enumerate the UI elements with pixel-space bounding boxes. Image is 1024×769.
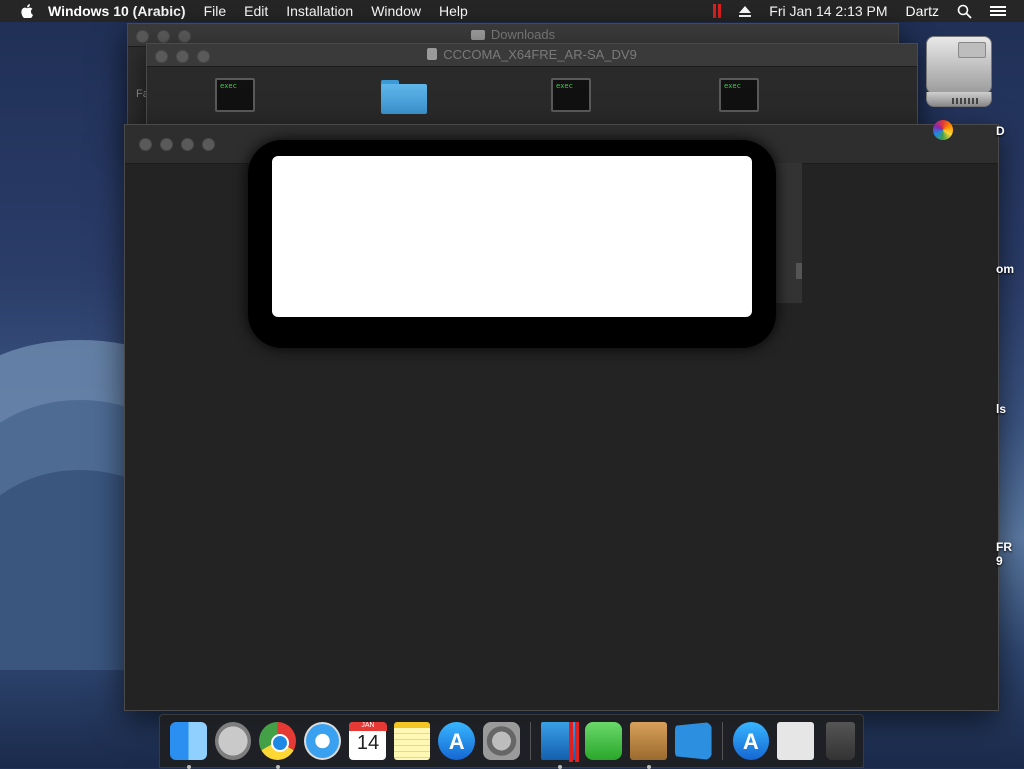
scrollbar-thumb[interactable] bbox=[796, 263, 802, 279]
minimize-button[interactable] bbox=[160, 138, 173, 151]
desktop-label[interactable]: D bbox=[996, 124, 1005, 138]
dvd-titlebar[interactable]: CCCOMA_X64FRE_AR-SA_DV9 bbox=[147, 44, 917, 67]
color-wheel-icon[interactable] bbox=[933, 120, 953, 140]
eject-icon[interactable] bbox=[739, 5, 752, 17]
menu-user[interactable]: Dartz bbox=[906, 3, 939, 19]
close-button[interactable] bbox=[139, 138, 152, 151]
zoom-button[interactable] bbox=[181, 138, 194, 151]
downloads-title: Downloads bbox=[128, 27, 898, 42]
parallels-icon[interactable] bbox=[713, 4, 722, 18]
vm-window-controls[interactable] bbox=[139, 138, 215, 151]
system-preferences-icon[interactable] bbox=[483, 722, 520, 760]
app-store-icon[interactable] bbox=[438, 722, 476, 760]
dock: JAN 14 bbox=[159, 714, 864, 769]
dvd-window[interactable]: CCCOMA_X64FRE_AR-SA_DV9 exec exec exec bbox=[146, 43, 918, 129]
exec-file-icon[interactable]: exec bbox=[551, 78, 591, 112]
exec-file-icon[interactable]: exec bbox=[719, 78, 759, 112]
finder-icon[interactable] bbox=[170, 722, 207, 769]
menu-edit[interactable]: Edit bbox=[244, 3, 268, 19]
menu-clock[interactable]: Fri Jan 14 2:13 PM bbox=[769, 3, 887, 19]
safari-icon[interactable] bbox=[304, 722, 341, 760]
dvd-title: CCCOMA_X64FRE_AR-SA_DV9 bbox=[147, 47, 917, 62]
dock-separator bbox=[721, 722, 723, 760]
menu-bar: Windows 10 (Arabic) File Edit Installati… bbox=[0, 0, 1024, 22]
trash-icon[interactable] bbox=[825, 722, 855, 760]
chrome-icon[interactable] bbox=[259, 722, 297, 769]
blank-dialog[interactable] bbox=[272, 156, 752, 317]
menu-file[interactable]: File bbox=[204, 3, 227, 19]
menu-window[interactable]: Window bbox=[371, 3, 421, 19]
hard-drive-icon[interactable] bbox=[922, 36, 994, 108]
folder-icon[interactable] bbox=[381, 80, 427, 114]
disk-icon bbox=[427, 48, 438, 60]
calendar-icon[interactable]: JAN 14 bbox=[348, 722, 387, 760]
menu-installation[interactable]: Installation bbox=[286, 3, 353, 19]
facetime-icon[interactable] bbox=[585, 722, 623, 760]
spotlight-search-icon[interactable] bbox=[957, 4, 972, 19]
menu-bar-extras: Fri Jan 14 2:13 PM Dartz bbox=[713, 0, 1024, 22]
downloads-stack-icon[interactable] bbox=[732, 722, 770, 760]
folder-icon bbox=[470, 30, 485, 40]
windows-10-vm-icon[interactable] bbox=[674, 722, 712, 760]
notes-icon[interactable] bbox=[393, 722, 431, 760]
desktop-label[interactable]: FR 9 bbox=[996, 540, 1012, 568]
disk-image-icon[interactable] bbox=[777, 722, 814, 760]
installer-package-icon[interactable] bbox=[630, 722, 667, 769]
dock-separator bbox=[529, 722, 531, 760]
fullscreen-button[interactable] bbox=[202, 138, 215, 151]
desktop-label[interactable]: ls bbox=[996, 402, 1006, 416]
menu-help[interactable]: Help bbox=[439, 3, 468, 19]
active-app-name[interactable]: Windows 10 (Arabic) bbox=[48, 3, 186, 19]
exec-file-icon[interactable]: exec bbox=[215, 78, 255, 112]
notification-center-icon[interactable] bbox=[990, 4, 1006, 18]
apple-icon[interactable] bbox=[20, 4, 34, 18]
launchpad-icon[interactable] bbox=[214, 722, 252, 760]
parallels-control-center-icon[interactable] bbox=[540, 722, 580, 769]
desktop-label[interactable]: om bbox=[996, 262, 1014, 276]
